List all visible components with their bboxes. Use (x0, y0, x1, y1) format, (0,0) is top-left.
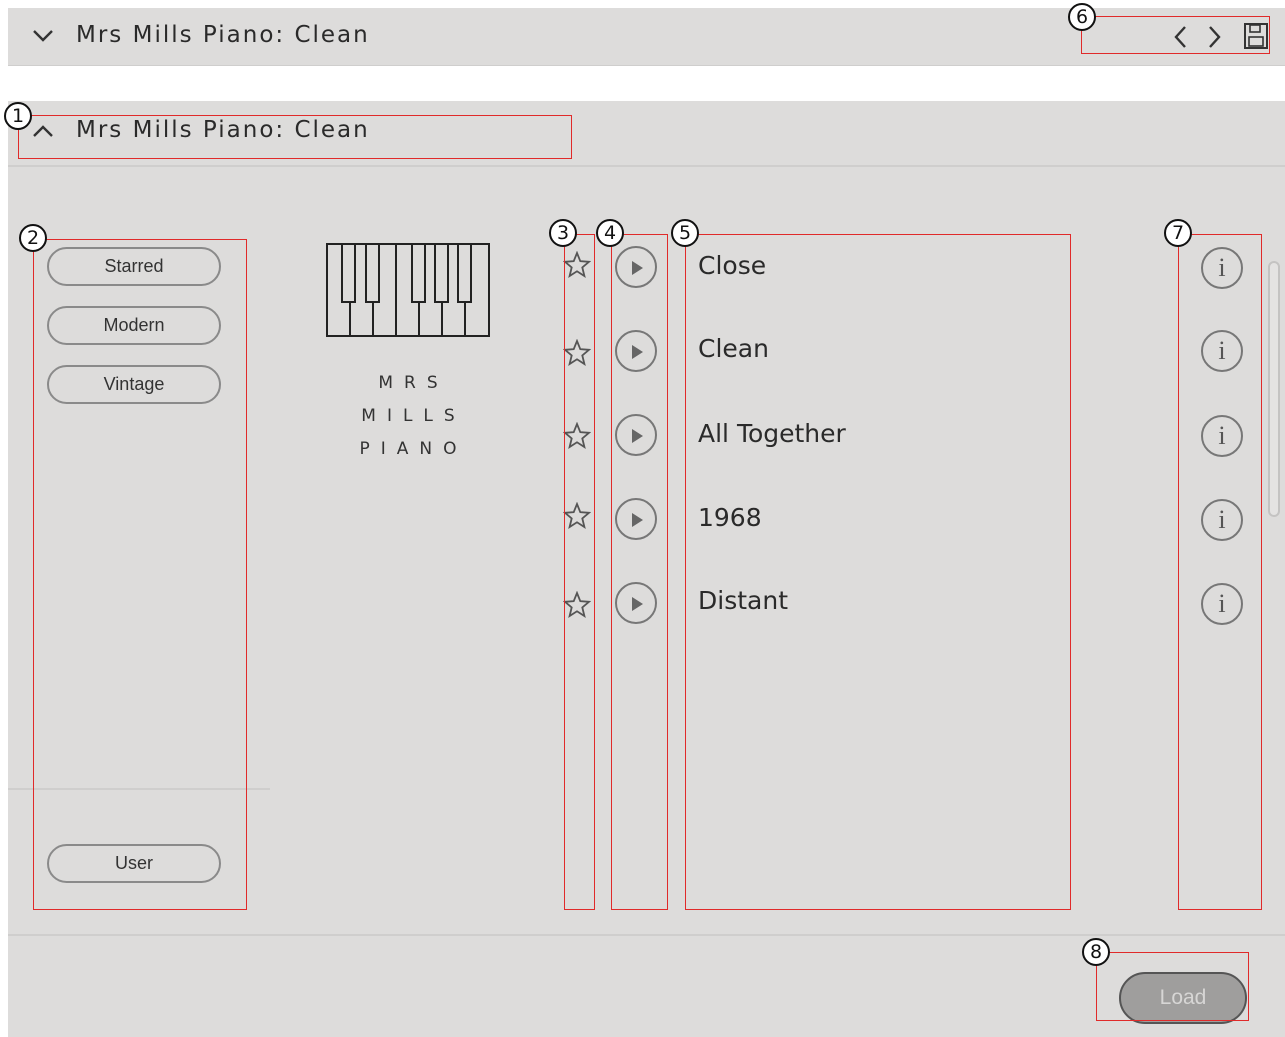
annotation-badge: 8 (1082, 938, 1110, 966)
annotation-badge: 4 (596, 219, 624, 247)
annotation-box (1178, 234, 1262, 910)
annotation-badge: 1 (4, 102, 32, 130)
divider (8, 934, 1285, 936)
annotation-badge: 5 (671, 219, 699, 247)
annotation-box (1096, 952, 1249, 1021)
annotation-box (1081, 16, 1270, 54)
annotation-badge: 7 (1164, 219, 1192, 247)
annotation-badge: 3 (549, 219, 577, 247)
annotation-box (564, 234, 595, 910)
annotation-box (685, 234, 1071, 910)
chevron-down-icon[interactable] (32, 28, 54, 44)
annotation-badge: 2 (19, 224, 47, 252)
annotation-box (18, 115, 572, 159)
annotation-badge: 6 (1068, 3, 1096, 31)
current-preset-title[interactable]: Mrs Mills Piano: Clean (76, 22, 370, 48)
annotation-box (611, 234, 668, 910)
scrollbar[interactable] (1268, 261, 1280, 517)
annotation-box (33, 239, 247, 910)
